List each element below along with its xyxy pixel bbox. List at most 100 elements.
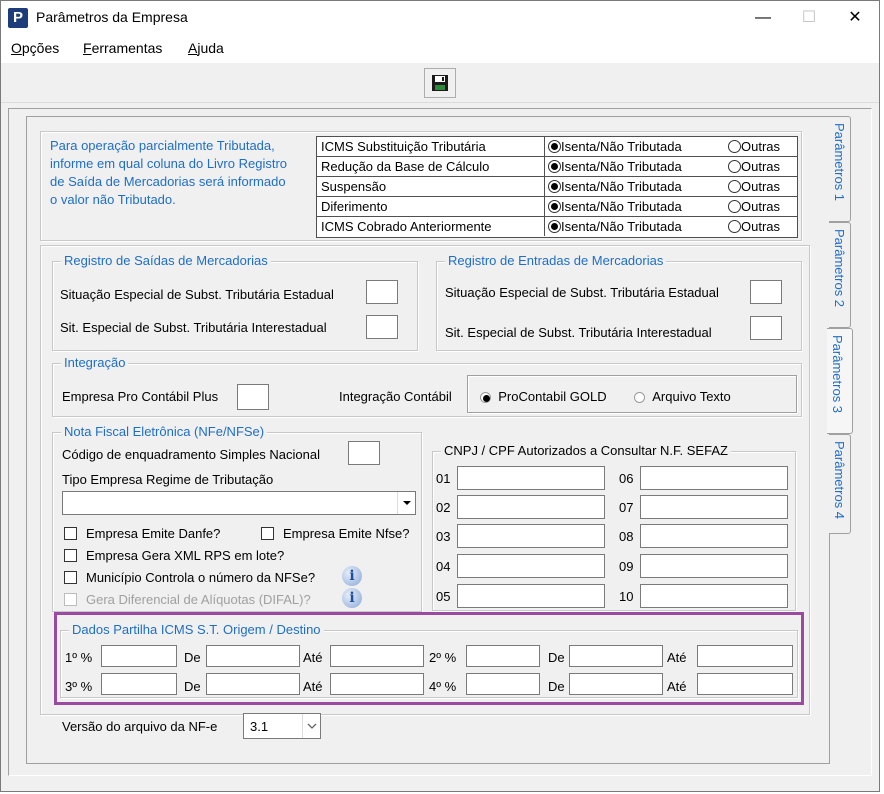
partilha-3-de-input[interactable] [206, 673, 300, 695]
cnpj-input-07[interactable] [640, 495, 788, 519]
codigo-enquadramento-label: Código de enquadramento Simples Nacional [62, 447, 320, 462]
municipio-checkbox[interactable] [64, 571, 77, 584]
difal-checkbox [64, 593, 77, 606]
versao-nfe-select[interactable]: 3.1 [243, 713, 321, 739]
cnpj-input-05[interactable] [457, 584, 605, 608]
close-button[interactable]: ✕ [832, 1, 878, 35]
codigo-enquadramento-input[interactable] [348, 441, 380, 465]
info-text: Para operação parcialmente Tributada, in… [50, 137, 287, 209]
partilha-de-label: De [548, 679, 565, 694]
entradas-interestadual-input[interactable] [750, 316, 782, 340]
danfe-label: Empresa Emite Danfe? [86, 526, 221, 541]
cnpj-number-label: 03 [436, 529, 451, 544]
radio-isenta[interactable]: Isenta/Não Tributada [548, 197, 682, 216]
table-row: Suspensão Isenta/Não Tributada Outras [317, 177, 797, 197]
chevron-down-icon[interactable] [397, 492, 415, 514]
partilha-ate-label: Até [303, 650, 323, 665]
radio-isenta[interactable]: Isenta/Não Tributada [548, 217, 682, 236]
chevron-down-icon[interactable] [302, 714, 320, 738]
radio-checked-icon [480, 392, 491, 403]
pro-contabil-plus-label: Empresa Pro Contábil Plus [62, 389, 219, 404]
pro-contabil-plus-input[interactable] [237, 384, 269, 410]
xml-rps-checkbox[interactable] [64, 549, 77, 562]
info-icon[interactable]: i [342, 566, 362, 586]
radio-isenta[interactable]: Isenta/Não Tributada [548, 177, 682, 196]
cnpj-number-label: 10 [619, 589, 634, 604]
nfse-checkbox[interactable] [261, 527, 274, 540]
table-row: Redução da Base de Cálculo Isenta/Não Tr… [317, 157, 797, 177]
partilha-4-ate-input[interactable] [697, 673, 793, 695]
radio-outras[interactable]: Outras [728, 197, 780, 216]
radio-isenta[interactable]: Isenta/Não Tributada [548, 137, 682, 156]
saidas-group-title: Registro de Saídas de Mercadorias [61, 253, 271, 268]
partilha-ate-label: Até [667, 679, 687, 694]
partilha-3-percent-input[interactable] [101, 673, 177, 695]
partilha-3-ate-input[interactable] [330, 673, 424, 695]
table-row: ICMS Substituição Tributária Isenta/Não … [317, 137, 797, 157]
partilha-4-percent-input[interactable] [466, 673, 540, 695]
danfe-checkbox[interactable] [64, 527, 77, 540]
saidas-estadual-label: Situação Especial de Subst. Tributária E… [60, 287, 334, 302]
cnpj-number-label: 04 [436, 559, 451, 574]
partilha-percent-label: 2º % [429, 650, 457, 665]
toolbar [1, 63, 879, 103]
radio-outras[interactable]: Outras [728, 177, 780, 196]
tax-column-grid: ICMS Substituição Tributária Isenta/Não … [316, 136, 798, 238]
minimize-button[interactable]: — [740, 1, 786, 35]
tab-parametros-3[interactable]: Parâmetros 3 [827, 328, 853, 434]
info-text-line: o valor não Tributado. [50, 192, 176, 207]
menu-opcoes[interactable]: Opções [11, 40, 59, 56]
partilha-2-ate-input[interactable] [697, 645, 793, 667]
partilha-de-label: De [548, 650, 565, 665]
saidas-estadual-input[interactable] [366, 280, 398, 304]
radio-unchecked-icon [728, 160, 741, 173]
partilha-2-percent-input[interactable] [466, 645, 540, 667]
cnpj-input-09[interactable] [640, 554, 788, 578]
tab-parametros-1[interactable]: Parâmetros 1 [829, 116, 851, 222]
info-text-line: de Saída de Mercadorias será informado [50, 174, 286, 189]
tab-parametros-2[interactable]: Parâmetros 2 [829, 222, 851, 328]
tipo-empresa-select[interactable] [62, 491, 416, 515]
cnpj-input-06[interactable] [640, 466, 788, 490]
saidas-interestadual-label: Sit. Especial de Subst. Tributária Inter… [60, 320, 327, 335]
cnpj-group-title: CNPJ / CPF Autorizados a Consultar N.F. … [441, 443, 731, 458]
radio-checked-icon [548, 160, 561, 173]
radio-outras[interactable]: Outras [728, 217, 780, 236]
save-button[interactable] [424, 68, 456, 98]
window-title: Parâmetros da Empresa [36, 9, 188, 25]
nfe-group-title: Nota Fiscal Eletrônica (NFe/NFSe) [61, 424, 268, 439]
partilha-1-percent-input[interactable] [101, 645, 177, 667]
maximize-button[interactable]: ☐ [786, 1, 832, 35]
cnpj-input-02[interactable] [457, 495, 605, 519]
cnpj-number-label: 08 [619, 529, 634, 544]
cnpj-input-10[interactable] [640, 584, 788, 608]
xml-rps-label: Empresa Gera XML RPS em lote? [86, 548, 285, 563]
tipo-empresa-label: Tipo Empresa Regime de Tributação [62, 472, 274, 487]
saidas-interestadual-input[interactable] [366, 315, 398, 339]
saidas-group: Registro de Saídas de Mercadorias [52, 253, 418, 351]
radio-outras[interactable]: Outras [728, 137, 780, 156]
partilha-ate-label: Até [303, 679, 323, 694]
tab-parametros-4[interactable]: Parâmetros 4 [829, 434, 851, 534]
menu-ferramentas[interactable]: Ferramentas [83, 40, 162, 56]
partilha-1-de-input[interactable] [206, 645, 300, 667]
partilha-1-ate-input[interactable] [330, 645, 424, 667]
radio-procontabil-gold[interactable]: ProContabil GOLD [480, 389, 607, 404]
grid-row-label: ICMS Substituição Tributária [321, 139, 486, 154]
table-row: Diferimento Isenta/Não Tributada Outras [317, 197, 797, 217]
radio-arquivo-texto[interactable]: Arquivo Texto [634, 389, 731, 404]
cnpj-input-03[interactable] [457, 524, 605, 548]
radio-isenta[interactable]: Isenta/Não Tributada [548, 157, 682, 176]
radio-outras[interactable]: Outras [728, 157, 780, 176]
partilha-2-de-input[interactable] [569, 645, 663, 667]
cnpj-input-04[interactable] [457, 554, 605, 578]
partilha-ate-label: Até [667, 650, 687, 665]
cnpj-input-08[interactable] [640, 524, 788, 548]
menu-ajuda[interactable]: Ajuda [188, 40, 224, 56]
radio-checked-icon [548, 140, 561, 153]
info-icon[interactable]: i [342, 588, 362, 608]
partilha-4-de-input[interactable] [569, 673, 663, 695]
cnpj-number-label: 01 [436, 471, 451, 486]
entradas-estadual-input[interactable] [750, 280, 782, 304]
cnpj-input-01[interactable] [457, 466, 605, 490]
